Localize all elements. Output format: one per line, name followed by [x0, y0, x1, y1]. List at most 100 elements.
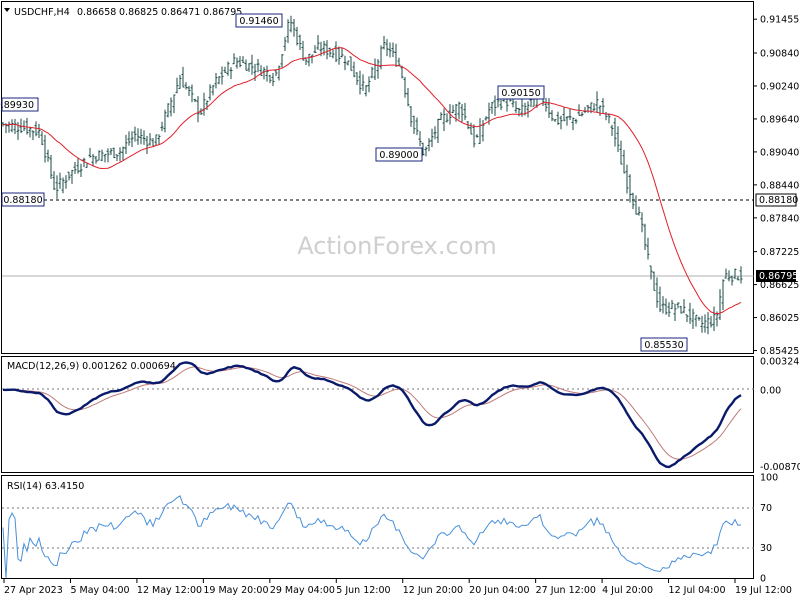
annotation-high-label: 0.91460 [239, 16, 278, 27]
annotation-left: 0.89930 [0, 97, 39, 112]
macd-line [2, 361, 742, 469]
ohlc-high: 0.86825 [119, 7, 158, 18]
ohlc-bar [133, 126, 137, 142]
ohlc-bar [358, 70, 362, 95]
ohlc-bar [88, 147, 92, 158]
ohlc-bar [574, 118, 578, 124]
time-tick-label: 4 Jul 20:00 [602, 585, 653, 596]
annotation-low-label: 0.85530 [644, 340, 683, 351]
ohlc-bar [37, 123, 41, 138]
ohlc-bar [217, 76, 221, 85]
annotation-level-label: 0.88180 [3, 195, 42, 206]
ohlc-bar [616, 126, 620, 152]
ohlc-bar [112, 147, 116, 159]
ohlc-bar [58, 172, 62, 189]
ohlc-bar [268, 74, 272, 84]
ohlc-bar [334, 41, 338, 63]
ohlc-bar [40, 131, 44, 146]
time-tick-label: 29 May 04:00 [270, 585, 335, 596]
ohlc-bar [196, 96, 200, 123]
ohlc-bar [13, 118, 17, 134]
ohlc-bar [202, 92, 206, 116]
ohlc-bar [736, 276, 740, 281]
ohlc-bar [175, 77, 179, 94]
ohlc-bar [637, 206, 641, 216]
ohlc-bar [76, 157, 80, 174]
ohlc-bar [295, 26, 299, 46]
ohlc-bar [94, 156, 98, 164]
ohlc-bar [361, 74, 365, 91]
ohlc-bar [190, 84, 194, 103]
ohlc-bar [385, 39, 389, 57]
level-tag: 0.88180 [755, 193, 798, 207]
ohlc-bar [256, 59, 260, 73]
ohlc-bar [370, 66, 374, 79]
ohlc-bar [451, 104, 455, 114]
ohlc-bar [352, 61, 356, 78]
rsi-tick-label: 100 [760, 473, 778, 484]
ohlc-bar [445, 113, 449, 123]
ohlc-bar [328, 47, 332, 58]
ohlc-bar [658, 286, 662, 313]
ohlc-bar [481, 119, 485, 142]
symbol-header: USDCHF,H4 0.86658 0.86825 0.86471 0.8679… [4, 7, 242, 18]
ohlc-bar [307, 53, 311, 67]
ohlc-bar [583, 106, 587, 114]
ohlc-bar [52, 171, 56, 190]
ohlc-bar [220, 66, 224, 85]
ohlc-bar [139, 128, 143, 145]
ohlc-bar [208, 84, 212, 101]
ohlc-bar [430, 128, 434, 148]
ohlc-bar [688, 302, 692, 324]
ohlc-bar [712, 306, 716, 332]
price-tick-label: 0.90840 [760, 49, 799, 60]
ohlc-bar [694, 314, 698, 327]
price-tick-label: 0.91455 [760, 15, 799, 26]
ohlc-bar [346, 60, 350, 66]
ohlc-bar [562, 106, 566, 122]
ohlc-bar [271, 73, 275, 87]
ohlc-bar [703, 314, 707, 333]
ohlc-bar [367, 76, 371, 93]
time-tick-label: 5 Jun 12:00 [336, 585, 390, 596]
ohlc-bar [433, 126, 437, 140]
watermark: ActionForex.com [297, 232, 497, 260]
macd-tick-label: 0.00 [760, 385, 781, 396]
ohlc-bar [697, 316, 701, 321]
ohlc-bar [457, 101, 461, 120]
ohlc-bar [325, 40, 329, 60]
ohlc-bar [298, 34, 302, 50]
ohlc-bar [586, 105, 590, 113]
ohlc-bar [661, 296, 665, 314]
ohlc-bar [106, 148, 110, 163]
ohlc-bar [643, 223, 647, 250]
ohlc-bar [427, 138, 431, 152]
time-tick-label: 20 Jun 04:00 [469, 585, 529, 596]
ohlc-bar [685, 314, 689, 323]
ohlc-bar [460, 103, 464, 123]
ohlc-bar [340, 47, 344, 58]
ohlc-bar [61, 177, 65, 194]
ohlc-bar [169, 97, 173, 117]
ohlc-bar [349, 56, 353, 71]
rsi-header: RSI(14) 63.4150 [7, 481, 84, 492]
ohlc-bar [601, 98, 605, 114]
level-tag-label: 0.88180 [759, 195, 798, 206]
ohlc-bar [232, 53, 236, 65]
time-tick-label: 19 Jul 12:00 [735, 585, 792, 596]
ohlc-bar [376, 59, 380, 79]
rsi-axis: 100 70 30 0 [760, 473, 778, 585]
ohlc-bar [679, 305, 683, 314]
ohlc-bar [592, 103, 596, 111]
ohlc-bar [418, 131, 422, 147]
ohlc-bar [250, 54, 254, 75]
ohlc-bar [676, 302, 680, 309]
ohlc-bar [622, 149, 626, 174]
ohlc-bar [610, 124, 614, 137]
ohlc-bar [118, 147, 122, 162]
ohlc-bar [550, 109, 554, 122]
ohlc-bar [247, 63, 251, 72]
ohlc-bar [97, 150, 101, 161]
ohlc-bar [244, 59, 248, 71]
ohlc-bar [547, 98, 551, 119]
